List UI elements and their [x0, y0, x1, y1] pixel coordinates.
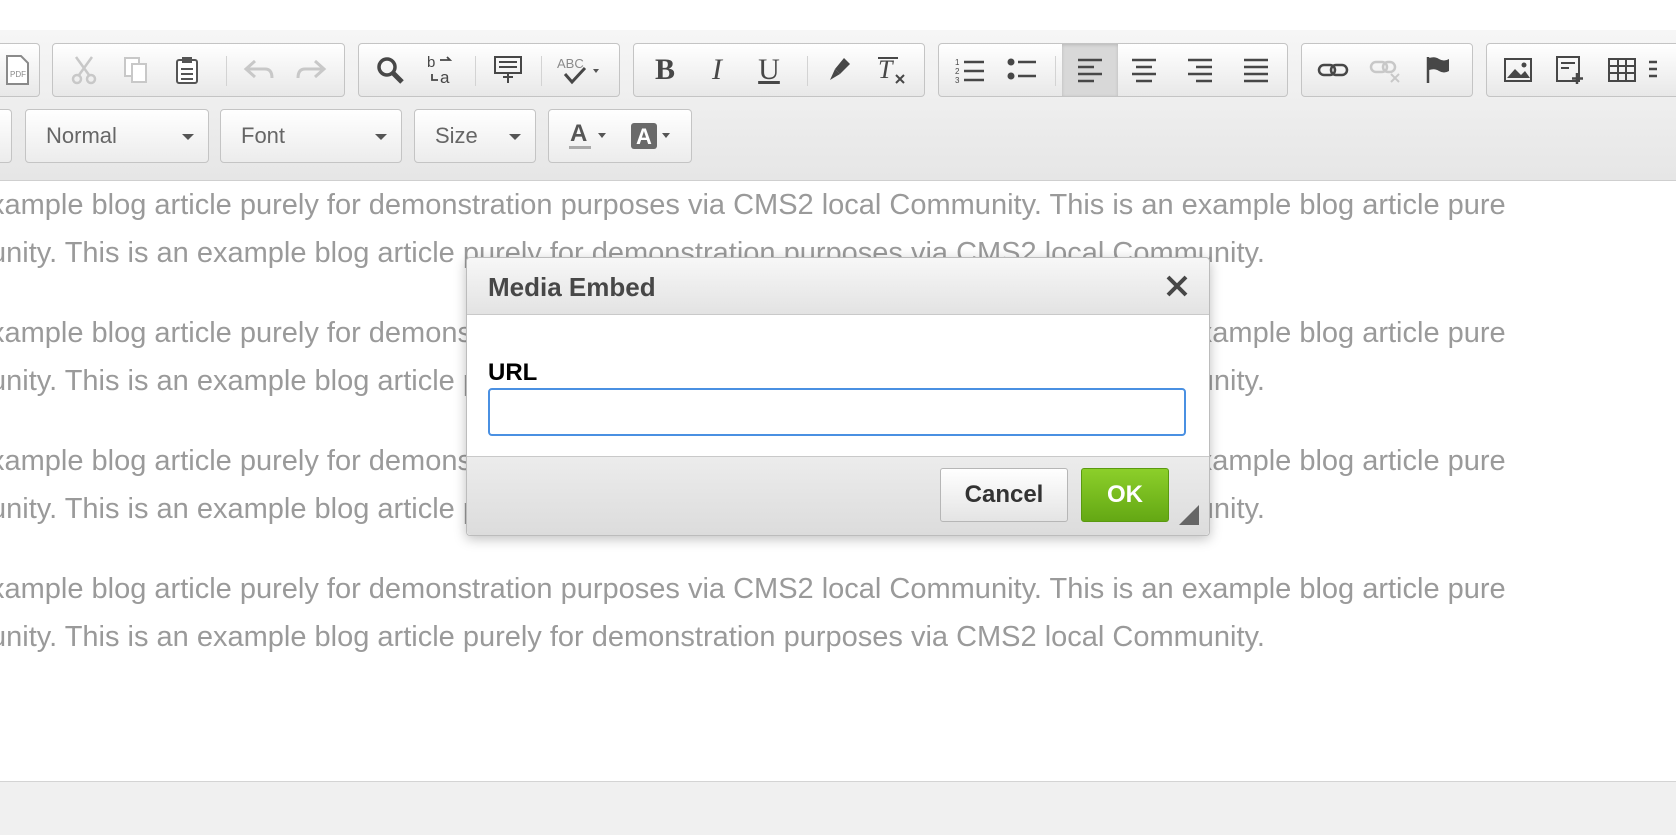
- cancel-button[interactable]: Cancel: [940, 468, 1068, 522]
- table-icon[interactable]: [1596, 44, 1648, 96]
- url-input[interactable]: [488, 388, 1186, 436]
- svg-text:2: 2: [955, 67, 960, 76]
- svg-text:PDF: PDF: [10, 70, 26, 79]
- toolbar-group-clipboard: [52, 43, 345, 97]
- chevron-down-icon: [375, 134, 387, 140]
- remove-format-icon[interactable]: T: [866, 44, 918, 96]
- editor-status-bar: [0, 781, 1676, 835]
- media-embed-dialog: Media Embed URL Cancel OK: [466, 257, 1210, 536]
- replace-icon[interactable]: ba: [416, 44, 468, 96]
- format-combo[interactable]: Normal: [25, 109, 209, 163]
- toolbar-separator: [807, 56, 808, 86]
- size-combo[interactable]: Size: [414, 109, 536, 163]
- numbered-list-icon[interactable]: 123: [944, 44, 996, 96]
- find-icon[interactable]: [364, 44, 416, 96]
- bold-icon[interactable]: B: [639, 44, 691, 96]
- dialog-title-bar[interactable]: Media Embed: [467, 258, 1209, 315]
- export-pdf-icon[interactable]: PDF: [0, 44, 43, 96]
- horizontal-rule-icon[interactable]: [1647, 44, 1676, 96]
- svg-text:A: A: [570, 120, 587, 147]
- template-icon[interactable]: [1544, 44, 1596, 96]
- close-icon[interactable]: [1163, 272, 1191, 300]
- align-center-icon[interactable]: [1118, 44, 1170, 96]
- toolbar-group-paragraph: 123: [938, 43, 1288, 97]
- unlink-icon[interactable]: [1359, 44, 1411, 96]
- justify-icon[interactable]: [1230, 44, 1282, 96]
- text-color-icon[interactable]: A: [557, 110, 619, 162]
- toolbar-group-basicstyles: B I U T: [633, 43, 925, 97]
- redo-icon[interactable]: [285, 44, 337, 96]
- italic-icon[interactable]: I: [691, 44, 743, 96]
- editor-top-strip: [0, 0, 1676, 31]
- editor-toolbar: PDF ba ABC B I U T 1 2 3 Normal Font Siz…: [0, 30, 1676, 181]
- undo-icon[interactable]: [233, 44, 285, 96]
- toolbar-group-links: [1301, 43, 1473, 97]
- cut-icon[interactable]: [58, 44, 110, 96]
- svg-text:1: 1: [955, 58, 960, 67]
- bulleted-list-icon[interactable]: [996, 44, 1048, 96]
- url-label: URL: [488, 359, 538, 386]
- chevron-down-icon: [509, 134, 521, 140]
- paragraph-line: xample blog article purely for demonstra…: [0, 189, 1506, 221]
- copy-icon[interactable]: [110, 44, 162, 96]
- ok-button[interactable]: OK: [1081, 468, 1169, 522]
- spellcheck-icon[interactable]: ABC: [547, 44, 613, 96]
- svg-text:b: b: [427, 54, 435, 71]
- format-combo-value: Normal: [46, 123, 117, 148]
- dialog-title: Media Embed: [488, 272, 656, 302]
- link-icon[interactable]: [1307, 44, 1359, 96]
- anchor-icon[interactable]: [1411, 44, 1463, 96]
- toolbar-separator: [1055, 56, 1056, 86]
- align-left-icon[interactable]: [1062, 44, 1118, 96]
- resize-handle-icon[interactable]: [1179, 505, 1199, 525]
- toolbar-separator: [226, 56, 227, 86]
- underline-icon[interactable]: U: [743, 44, 795, 96]
- dialog-footer: Cancel OK: [467, 456, 1209, 535]
- image-icon[interactable]: [1492, 44, 1544, 96]
- styles-combo-partial[interactable]: [0, 109, 12, 163]
- copy-formatting-icon[interactable]: [814, 44, 866, 96]
- size-combo-value: Size: [435, 123, 478, 148]
- toolbar-separator: [475, 56, 476, 86]
- svg-text:T: T: [878, 55, 894, 84]
- svg-text:A: A: [636, 124, 652, 149]
- toolbar-separator: [541, 56, 542, 86]
- paste-icon[interactable]: [162, 44, 214, 96]
- colors-group: A A: [548, 109, 692, 163]
- align-right-icon[interactable]: [1174, 44, 1226, 96]
- font-combo-value: Font: [241, 123, 286, 148]
- svg-text:ABC: ABC: [557, 56, 584, 71]
- svg-text:a: a: [440, 68, 450, 86]
- select-all-icon[interactable]: [482, 44, 534, 96]
- toolbar-group-editing: ba ABC: [358, 43, 620, 97]
- font-combo[interactable]: Font: [220, 109, 402, 163]
- toolbar-group-insert: [1486, 43, 1676, 97]
- toolbar-group-document: PDF: [0, 43, 40, 97]
- paragraph: xample blog article purely for demonstra…: [0, 565, 1676, 661]
- chevron-down-icon: [182, 134, 194, 140]
- background-color-icon[interactable]: A: [621, 110, 683, 162]
- svg-text:3: 3: [955, 76, 960, 84]
- paragraph-line: unity. This is an example blog article p…: [0, 621, 1265, 653]
- paragraph-line: xample blog article purely for demonstra…: [0, 573, 1506, 605]
